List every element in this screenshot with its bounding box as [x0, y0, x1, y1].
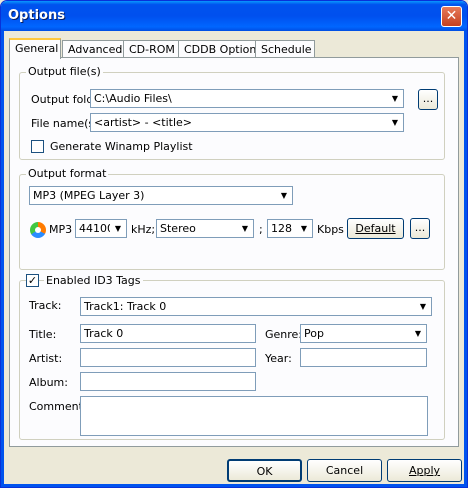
- default-label: Default: [355, 222, 396, 235]
- tab-general[interactable]: General: [9, 38, 61, 59]
- output-format-value: MP3 (MPEG Layer 3): [33, 189, 145, 202]
- output-format-group: Output format MP3 (MPEG Layer 3) ▼ MP3 4…: [19, 167, 445, 270]
- output-folder-combo[interactable]: C:\Audio Files\ ▼: [90, 89, 404, 108]
- browse-label: ...: [422, 92, 434, 105]
- genre-value: Pop: [304, 327, 324, 340]
- format-options-button[interactable]: ...: [410, 218, 430, 239]
- ok-label: OK: [256, 465, 273, 478]
- tab-panel-general: Output file(s) Output folder: C:\Audio F…: [9, 57, 459, 447]
- chevron-down-icon[interactable]: ▼: [410, 325, 426, 342]
- mp3-icon: [30, 222, 46, 238]
- year-field[interactable]: [300, 348, 427, 367]
- apply-label: Apply: [408, 464, 441, 477]
- tab-label: General: [15, 42, 59, 55]
- check-icon: ✓: [27, 274, 38, 287]
- chevron-down-icon[interactable]: ▼: [387, 114, 403, 131]
- album-field[interactable]: [80, 372, 256, 391]
- id3-tags-group: ✓ Enabled ID3 Tags Track: Track1: Track …: [19, 274, 445, 440]
- separator-label: ;: [259, 223, 263, 236]
- tab-advanced[interactable]: Advanced: [62, 40, 124, 58]
- cancel-label: Cancel: [325, 464, 364, 477]
- output-files-legend: Output file(s): [26, 65, 103, 78]
- filename-value: <artist> - <title>: [94, 116, 193, 129]
- samplerate-combo[interactable]: 44100 ▼: [75, 219, 127, 238]
- generate-playlist-label: Generate Winamp Playlist: [50, 140, 193, 153]
- chevron-down-icon[interactable]: ▼: [276, 187, 292, 204]
- tab-label: CD-ROM: [129, 43, 175, 56]
- default-button[interactable]: Default: [347, 218, 404, 239]
- track-combo[interactable]: Track1: Track 0 ▼: [80, 297, 432, 316]
- filename-combo[interactable]: <artist> - <title> ▼: [90, 113, 404, 132]
- cancel-button[interactable]: Cancel: [307, 459, 382, 482]
- window-border-right: [464, 31, 467, 487]
- apply-button[interactable]: Apply: [387, 459, 462, 482]
- window-border-left: [1, 31, 4, 487]
- year-label: Year:: [265, 352, 292, 365]
- tab-label: Schedule: [261, 43, 312, 56]
- tab-cddb-option[interactable]: CDDB Option: [178, 40, 256, 58]
- format-options-label: ...: [414, 221, 426, 234]
- khz-label: kHz;: [131, 223, 156, 236]
- chevron-down-icon[interactable]: ▼: [110, 220, 126, 237]
- generate-playlist-checkbox[interactable]: [31, 140, 44, 153]
- browse-folder-button[interactable]: ...: [418, 89, 438, 110]
- comment-field[interactable]: [80, 396, 428, 436]
- chevron-down-icon[interactable]: ▼: [387, 90, 403, 107]
- codec-label: MP3: [49, 223, 73, 236]
- tab-label: CDDB Option: [184, 43, 257, 56]
- channel-combo[interactable]: Stereo ▼: [156, 219, 254, 238]
- channel-value: Stereo: [160, 222, 196, 235]
- titlebar[interactable]: Options ✕: [1, 1, 467, 31]
- kbps-label: Kbps: [317, 223, 344, 236]
- genre-label: Genre:: [265, 328, 303, 341]
- genre-combo[interactable]: Pop ▼: [300, 324, 427, 343]
- track-label: Track:: [29, 299, 62, 312]
- chevron-down-icon[interactable]: ▼: [296, 220, 312, 237]
- ok-button[interactable]: OK: [227, 459, 302, 482]
- output-format-legend: Output format: [26, 167, 109, 180]
- output-files-group: Output file(s) Output folder: C:\Audio F…: [19, 65, 445, 160]
- output-format-combo[interactable]: MP3 (MPEG Layer 3) ▼: [29, 186, 293, 205]
- tab-schedule[interactable]: Schedule: [255, 40, 315, 58]
- enable-id3-checkbox[interactable]: ✓: [26, 274, 39, 287]
- track-value: Track1: Track 0: [84, 300, 167, 313]
- chevron-down-icon[interactable]: ▼: [237, 220, 253, 237]
- artist-field[interactable]: [80, 348, 256, 367]
- close-button[interactable]: ✕: [441, 6, 462, 27]
- tab-label: Advanced: [68, 43, 123, 56]
- tab-cd-rom[interactable]: CD-ROM: [123, 40, 179, 58]
- bitrate-combo[interactable]: 128 ▼: [267, 219, 313, 238]
- album-label: Album:: [29, 376, 68, 389]
- close-icon: ✕: [445, 8, 458, 24]
- chevron-down-icon[interactable]: ▼: [415, 298, 431, 315]
- comment-label: Comment:: [29, 400, 87, 413]
- id3-legend: Enabled ID3 Tags: [44, 274, 143, 287]
- bitrate-value: 128: [271, 222, 292, 235]
- title-value: Track 0: [84, 327, 124, 340]
- window-border-bottom: [1, 484, 467, 487]
- output-folder-value: C:\Audio Files\: [94, 92, 172, 105]
- artist-label: Artist:: [29, 352, 63, 365]
- title-label: Title:: [29, 328, 57, 341]
- samplerate-value: 44100: [79, 222, 114, 235]
- window-title: Options: [8, 8, 65, 23]
- title-field[interactable]: Track 0: [80, 324, 256, 343]
- options-window: Options ✕ General Advanced CD-ROM CDDB O…: [0, 0, 468, 488]
